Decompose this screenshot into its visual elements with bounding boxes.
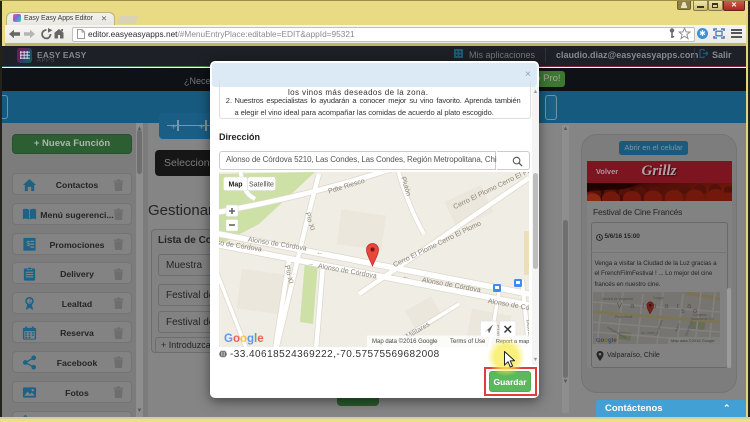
svg-text:Map data ©2016 Google: Map data ©2016 Google xyxy=(372,338,438,345)
svg-text:←: ← xyxy=(402,273,410,281)
svg-text:Google: Google xyxy=(224,333,264,345)
svg-text:Pedro Montt: Pedro Montt xyxy=(615,315,632,319)
svg-text:Satellite: Satellite xyxy=(249,181,274,188)
svg-text:Av. Colón: Av. Colón xyxy=(641,331,655,335)
svg-text:Catedral de Valparaiso: Catedral de Valparaiso xyxy=(601,297,633,301)
svg-text:Nacional de Chi: Nacional de Chi xyxy=(691,317,714,321)
svg-text:←: ← xyxy=(316,249,324,257)
svg-text:Terms of Use: Terms of Use xyxy=(450,339,486,345)
svg-text:Map: Map xyxy=(229,181,243,188)
svg-text:1: 1 xyxy=(28,299,31,305)
svg-text:Google: Google xyxy=(596,338,617,344)
svg-text:→: → xyxy=(307,260,315,268)
svg-text:Yungay: Yungay xyxy=(653,296,664,300)
svg-text:Map data ©2016 Google: Map data ©2016 Google xyxy=(671,338,715,343)
